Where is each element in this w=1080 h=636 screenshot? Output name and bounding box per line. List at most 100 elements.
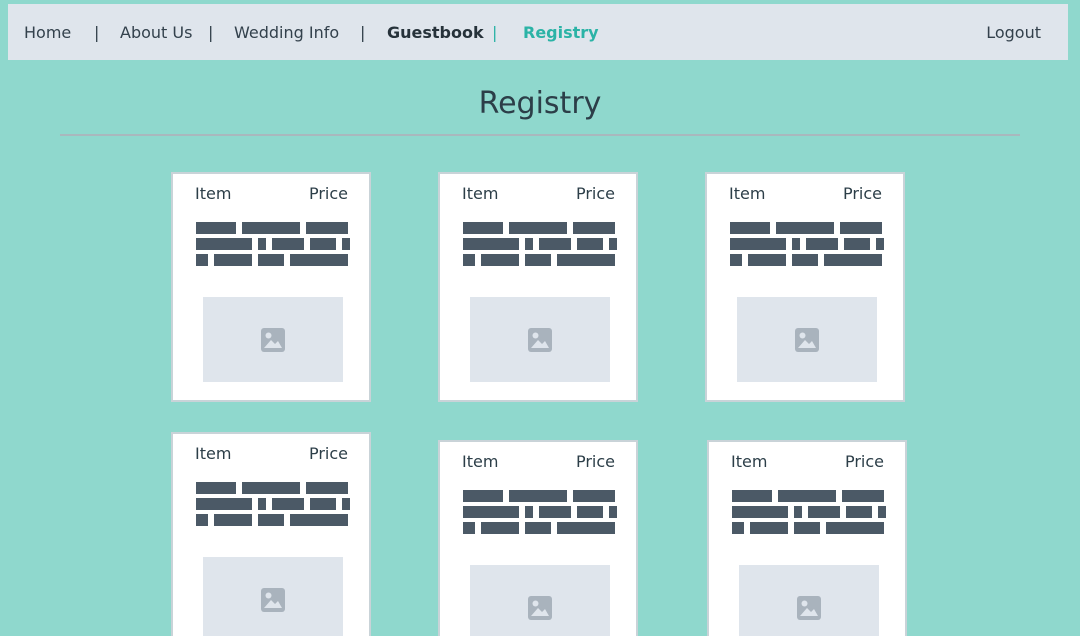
text-placeholder-block: [539, 506, 571, 518]
item-image-placeholder: [203, 557, 343, 636]
nav-registry-link[interactable]: Registry: [523, 23, 599, 43]
text-placeholder-block: [463, 490, 503, 502]
text-placeholder-block: [242, 482, 300, 494]
text-placeholder-block: [577, 238, 603, 250]
nav-separator: |: [208, 23, 214, 42]
text-placeholder-block: [573, 490, 615, 502]
text-placeholder-block: [196, 222, 236, 234]
text-placeholder-block: [196, 514, 208, 526]
image-icon: [528, 328, 552, 352]
registry-item-card[interactable]: Item Price: [171, 432, 371, 636]
item-label: Item: [462, 452, 499, 471]
nav-wedding-info-link[interactable]: Wedding Info: [234, 23, 339, 43]
description-placeholder: [730, 222, 890, 270]
description-placeholder: [463, 222, 623, 270]
text-placeholder-block: [609, 506, 617, 518]
text-placeholder-block: [748, 254, 786, 266]
text-placeholder-block: [258, 254, 284, 266]
text-placeholder-block: [794, 522, 820, 534]
text-placeholder-block: [306, 482, 348, 494]
item-label: Item: [462, 184, 499, 203]
text-placeholder-block: [509, 222, 567, 234]
item-image-placeholder: [739, 565, 879, 636]
text-placeholder-block: [609, 238, 617, 250]
text-placeholder-block: [840, 222, 882, 234]
price-label: Price: [575, 452, 615, 471]
price-label: Price: [308, 444, 348, 463]
registry-item-card[interactable]: Item Price: [705, 172, 905, 402]
text-placeholder-block: [509, 490, 567, 502]
text-placeholder-block: [730, 238, 786, 250]
text-placeholder-block: [525, 238, 533, 250]
image-icon: [261, 328, 285, 352]
nav-home-link[interactable]: Home: [24, 23, 71, 43]
text-placeholder-block: [557, 254, 615, 266]
text-placeholder-block: [778, 490, 836, 502]
text-placeholder-block: [525, 522, 551, 534]
text-placeholder-block: [463, 222, 503, 234]
text-placeholder-block: [539, 238, 571, 250]
item-label: Item: [731, 452, 768, 471]
text-placeholder-block: [732, 506, 788, 518]
text-placeholder-block: [258, 498, 266, 510]
image-icon: [795, 328, 819, 352]
page-title: Registry: [478, 86, 602, 121]
description-placeholder: [196, 482, 356, 530]
text-placeholder-block: [577, 506, 603, 518]
text-placeholder-block: [481, 254, 519, 266]
nav-separator: |: [492, 23, 498, 42]
registry-item-card[interactable]: Item Price: [438, 172, 638, 402]
description-placeholder: [463, 490, 623, 538]
text-placeholder-block: [242, 222, 300, 234]
item-label: Item: [195, 184, 232, 203]
text-placeholder-block: [750, 522, 788, 534]
text-placeholder-block: [573, 222, 615, 234]
image-icon: [797, 596, 821, 620]
text-placeholder-block: [272, 238, 304, 250]
text-placeholder-block: [214, 514, 252, 526]
description-placeholder: [196, 222, 356, 270]
text-placeholder-block: [525, 506, 533, 518]
text-placeholder-block: [776, 222, 834, 234]
text-placeholder-block: [196, 498, 252, 510]
registry-item-card[interactable]: Item Price: [438, 440, 638, 636]
text-placeholder-block: [846, 506, 872, 518]
text-placeholder-block: [732, 490, 772, 502]
nav-guestbook-link[interactable]: Guestbook: [387, 23, 484, 43]
text-placeholder-block: [272, 498, 304, 510]
image-icon: [261, 588, 285, 612]
item-label: Item: [729, 184, 766, 203]
text-placeholder-block: [306, 222, 348, 234]
text-placeholder-block: [290, 514, 348, 526]
text-placeholder-block: [525, 254, 551, 266]
logout-link[interactable]: Logout: [986, 23, 1041, 43]
text-placeholder-block: [310, 498, 336, 510]
item-label: Item: [195, 444, 232, 463]
item-image-placeholder: [737, 297, 877, 382]
nav-about-us-link[interactable]: About Us: [120, 23, 192, 43]
price-label: Price: [842, 184, 882, 203]
text-placeholder-block: [290, 254, 348, 266]
text-placeholder-block: [824, 254, 882, 266]
item-image-placeholder: [470, 565, 610, 636]
text-placeholder-block: [808, 506, 840, 518]
text-placeholder-block: [557, 522, 615, 534]
text-placeholder-block: [826, 522, 884, 534]
text-placeholder-block: [196, 482, 236, 494]
item-image-placeholder: [470, 297, 610, 382]
text-placeholder-block: [463, 506, 519, 518]
text-placeholder-block: [463, 522, 475, 534]
text-placeholder-block: [196, 238, 252, 250]
item-image-placeholder: [203, 297, 343, 382]
text-placeholder-block: [730, 254, 742, 266]
description-placeholder: [732, 490, 892, 538]
registry-item-card[interactable]: Item Price: [171, 172, 371, 402]
text-placeholder-block: [794, 506, 802, 518]
title-divider: [60, 134, 1020, 136]
price-label: Price: [575, 184, 615, 203]
text-placeholder-block: [792, 254, 818, 266]
text-placeholder-block: [463, 238, 519, 250]
nav-separator: |: [360, 23, 366, 42]
nav-separator: |: [94, 23, 100, 42]
registry-item-card[interactable]: Item Price: [707, 440, 907, 636]
